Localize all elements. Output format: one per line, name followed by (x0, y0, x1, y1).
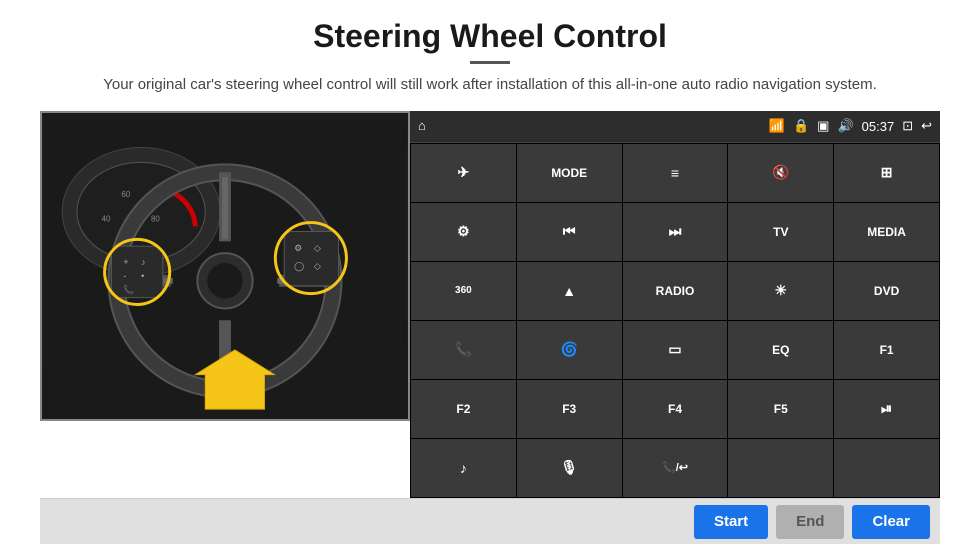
home-icon: ⌂ (418, 118, 426, 134)
page-title: Steering Wheel Control (313, 18, 667, 55)
topbar-right: 📶 🔒 ▣ 🔊 05:37 ⊡ ↩ (769, 118, 932, 134)
settings-btn[interactable]: ⚙ (411, 203, 516, 261)
page-subtitle: Your original car's steering wheel contr… (103, 74, 877, 97)
blank-btn1[interactable] (728, 439, 833, 497)
prev-btn[interactable]: ⏮ (517, 203, 622, 261)
steering-wheel-svg: 60 40 80 20 (42, 113, 408, 419)
f5-btn[interactable]: F5 (728, 380, 833, 438)
panel-topbar: ⌂ 📶 🔒 ▣ 🔊 05:37 ⊡ ↩ (410, 111, 940, 143)
start-button[interactable]: Start (694, 505, 768, 539)
bt-icon: 🔊 (837, 118, 853, 134)
360cam-btn[interactable]: 360 (411, 262, 516, 320)
svg-text:◯: ◯ (294, 260, 304, 271)
svg-text:60: 60 (121, 189, 130, 198)
svg-text:📞: 📞 (123, 283, 135, 294)
svg-text:40: 40 (102, 214, 111, 223)
title-divider (470, 61, 510, 64)
f1-btn[interactable]: F1 (834, 321, 939, 379)
f2-btn[interactable]: F2 (411, 380, 516, 438)
next-btn[interactable]: ⏭ (623, 203, 728, 261)
bottom-bar: Start End Clear (40, 498, 940, 544)
lock-icon: 🔒 (793, 118, 809, 134)
navigate-btn[interactable]: ✈ (411, 144, 516, 202)
playpause-btn[interactable]: ⏯ (834, 380, 939, 438)
topbar-time: 05:37 (862, 119, 895, 134)
page-container: Steering Wheel Control Your original car… (0, 0, 980, 544)
wifi-icon: 📶 (769, 118, 785, 134)
menu-btn[interactable]: ≡ (623, 144, 728, 202)
topbar-left: ⌂ (418, 118, 426, 134)
mute-btn[interactable]: 🔇 (728, 144, 833, 202)
svg-text:⚙: ⚙ (294, 243, 302, 253)
mic-btn[interactable]: 🎙 (517, 439, 622, 497)
svg-text:-: - (123, 270, 126, 280)
mode-btn[interactable]: MODE (517, 144, 622, 202)
brightness-btn[interactable]: ☀ (728, 262, 833, 320)
svg-text:◇: ◇ (314, 260, 321, 270)
media-btn[interactable]: MEDIA (834, 203, 939, 261)
button-grid: ✈ MODE ≡ 🔇 ⊞ ⚙ ⏮ (410, 143, 940, 499)
phone-btn[interactable]: 📞 (411, 321, 516, 379)
f4-btn[interactable]: F4 (623, 380, 728, 438)
radio-btn[interactable]: RADIO (623, 262, 728, 320)
apps-btn[interactable]: ⊞ (834, 144, 939, 202)
tv-btn[interactable]: TV (728, 203, 833, 261)
window-icon: ⊡ (902, 118, 913, 134)
dvd-btn[interactable]: DVD (834, 262, 939, 320)
svg-text:♪: ♪ (141, 257, 145, 267)
mirror-btn[interactable]: ▭ (623, 321, 728, 379)
clear-button[interactable]: Clear (852, 505, 930, 539)
content-row: 60 40 80 20 (40, 111, 940, 499)
eq-btn[interactable]: EQ (728, 321, 833, 379)
eject-btn[interactable]: ▲ (517, 262, 622, 320)
svg-text:•: • (141, 270, 144, 280)
end-button[interactable]: End (776, 505, 844, 539)
sd-icon: ▣ (817, 118, 829, 134)
back-icon: ↩ (921, 118, 932, 134)
f3-btn[interactable]: F3 (517, 380, 622, 438)
call-hangup-btn[interactable]: 📞/↩ (623, 439, 728, 497)
music-btn[interactable]: ♪ (411, 439, 516, 497)
radio-panel: ⌂ 📶 🔒 ▣ 🔊 05:37 ⊡ ↩ ✈ (410, 111, 940, 499)
nav2-btn[interactable]: 🌀 (517, 321, 622, 379)
steering-wheel-image: 60 40 80 20 (40, 111, 410, 421)
svg-text:+: + (123, 257, 128, 267)
svg-text:◇: ◇ (314, 243, 321, 253)
svg-text:80: 80 (151, 214, 160, 223)
blank-btn2[interactable] (834, 439, 939, 497)
